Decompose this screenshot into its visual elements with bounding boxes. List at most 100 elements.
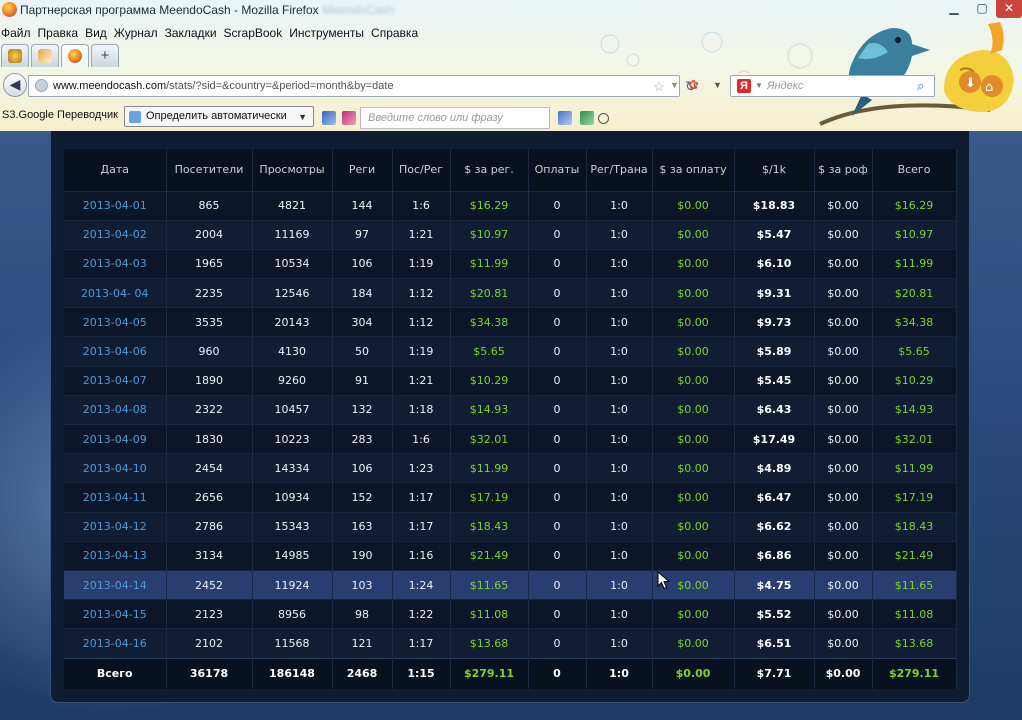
col-per-reg-header[interactable]: $ за рег.	[450, 149, 529, 191]
cell-payments: 0	[528, 540, 587, 571]
cell-per-rof: $0.00	[814, 278, 873, 308]
cell-visitors: 3535	[166, 307, 253, 337]
totals-row: Всего 36178 186148 2468 1:15 $279.11 0 1…	[64, 657, 957, 689]
menu-help[interactable]: Справка	[369, 24, 423, 42]
tab-meendocash[interactable]	[61, 44, 89, 67]
cell-per-rof: $0.00	[814, 540, 873, 571]
cell-per-payment: $0.00	[652, 628, 735, 658]
totals-visit-reg: 1:15	[392, 657, 451, 689]
site-identity-icon[interactable]	[35, 79, 48, 92]
col-regs-header[interactable]: Реги	[332, 149, 393, 191]
cell-total: $11.65	[872, 569, 957, 600]
menu-scrapbook[interactable]: ScrapBook	[222, 24, 288, 42]
totals-per-reg: $279.11	[450, 657, 529, 689]
date-link[interactable]: 2013-04-05	[64, 307, 167, 337]
dictionary-icon[interactable]	[342, 111, 356, 125]
cell-reg-trans: 1:0	[586, 278, 653, 308]
menu-edit[interactable]: Правка	[36, 24, 84, 42]
cell-total: $20.81	[872, 278, 957, 308]
cell-per-rof: $0.00	[814, 511, 873, 542]
translate-icon[interactable]	[322, 111, 336, 125]
menu-bookmarks[interactable]: Закладки	[163, 24, 222, 42]
cell-total: $10.29	[872, 365, 957, 396]
search-input[interactable]: Я ▼ Яндекс ⌕	[730, 75, 935, 97]
col-per-rof-header[interactable]: $ за роф	[814, 149, 873, 191]
col-reg-trans-header[interactable]: Рег/Трана	[586, 149, 653, 191]
address-text[interactable]: www.meendocash.com/stats/?sid=&country=&…	[53, 80, 394, 92]
address-bar[interactable]: www.meendocash.com/stats/?sid=&country=&…	[28, 75, 697, 97]
cell-views: 9260	[252, 365, 333, 396]
cell-per-rof: $0.00	[814, 628, 873, 658]
col-payments-header[interactable]: Оплаты	[528, 149, 587, 191]
col-date-header[interactable]: Дата	[64, 149, 167, 191]
maximize-button[interactable]: ▢	[968, 0, 996, 18]
home-icon[interactable]: ✿	[688, 78, 702, 92]
cell-regs: 121	[332, 628, 393, 658]
date-link[interactable]: 2013-04-12	[64, 511, 167, 542]
date-link[interactable]: 2013-04-03	[64, 248, 167, 279]
nav-menu-arrow-icon[interactable]: ▼	[713, 80, 722, 90]
totals-per-payment: $0.00	[652, 657, 735, 689]
date-link[interactable]: 2013-04- 04	[64, 278, 167, 308]
col-visit-reg-header[interactable]: Пос/Рег	[392, 149, 451, 191]
search-icon[interactable]: ⌕	[917, 78, 924, 94]
col-per-1k-header[interactable]: $/1k	[734, 149, 815, 191]
date-link[interactable]: 2013-04-14	[64, 569, 167, 600]
menu-file[interactable]: Файл	[0, 24, 36, 42]
speak-icon[interactable]	[580, 111, 594, 125]
col-per-payment-header[interactable]: $ за оплату	[652, 149, 735, 191]
cell-views: 10223	[252, 423, 333, 454]
col-total-header[interactable]: Всего	[872, 149, 957, 191]
menu-view[interactable]: Вид	[83, 24, 112, 42]
col-visitors-header[interactable]: Посетители	[166, 149, 253, 191]
date-link[interactable]: 2013-04-16	[64, 628, 167, 658]
menu-history[interactable]: Журнал	[112, 24, 163, 42]
cell-per-1k: $18.83	[734, 190, 815, 221]
totals-per-1k: $7.71	[734, 657, 815, 689]
cell-per-rof: $0.00	[814, 219, 873, 250]
date-link[interactable]: 2013-04-13	[64, 540, 167, 571]
table-row: 2013-04- 04 2235 12546 184 1:12 $20.81 0 1:0 $0.…	[64, 278, 957, 308]
translate-page-icon[interactable]	[558, 111, 572, 125]
minimize-button[interactable]: ▁	[940, 0, 968, 18]
yandex-icon[interactable]: Я	[737, 79, 751, 93]
cell-views: 11924	[252, 569, 333, 600]
cell-per-payment: $0.00	[652, 190, 735, 221]
cell-per-reg: $18.43	[450, 511, 529, 542]
cell-regs: 50	[332, 336, 393, 367]
chevron-down-icon[interactable]: ▼	[298, 112, 307, 122]
history-dropdown-icon[interactable]: ▼	[670, 80, 679, 90]
menu-tools[interactable]: Инструменты	[287, 24, 369, 42]
new-tab-button[interactable]: +	[91, 44, 119, 67]
cell-reg-trans: 1:0	[586, 365, 653, 396]
cell-visitors: 2454	[166, 453, 253, 483]
date-link[interactable]: 2013-04-10	[64, 453, 167, 483]
date-link[interactable]: 2013-04-11	[64, 482, 167, 513]
date-link[interactable]: 2013-04-09	[64, 423, 167, 454]
date-link[interactable]: 2013-04-08	[64, 394, 167, 425]
cell-per-payment: $0.00	[652, 336, 735, 367]
cell-per-1k: $6.62	[734, 511, 815, 542]
date-link[interactable]: 2013-04-06	[64, 336, 167, 367]
bookmark-star-icon[interactable]: ☆	[653, 79, 665, 95]
tab-pinned-2[interactable]	[31, 44, 59, 67]
totals-reg-trans: 1:0	[586, 657, 653, 689]
date-link[interactable]: 2013-04-15	[64, 599, 167, 629]
back-button[interactable]: ◀	[3, 73, 27, 97]
cell-per-rof: $0.00	[814, 248, 873, 279]
cell-regs: 190	[332, 540, 393, 571]
date-link[interactable]: 2013-04-01	[64, 190, 167, 221]
phrase-input[interactable]: Введите слово или фразу	[360, 107, 550, 129]
tab-pinned-1[interactable]	[1, 44, 29, 67]
cell-regs: 106	[332, 248, 393, 279]
settings-icon[interactable]	[598, 113, 609, 124]
table-row: 2013-04-16 2102 11568 121 1:17 $13.68 0 1:0 $0.0…	[64, 628, 957, 658]
language-select[interactable]: Определить автоматически ▼	[124, 106, 314, 127]
close-button[interactable]: ✕	[996, 0, 1022, 18]
search-engine-dropdown-icon[interactable]: ▼	[755, 81, 763, 90]
col-views-header[interactable]: Просмотры	[252, 149, 333, 191]
date-link[interactable]: 2013-04-02	[64, 219, 167, 250]
date-link[interactable]: 2013-04-07	[64, 365, 167, 396]
cell-visit-reg: 1:17	[392, 482, 451, 513]
cell-per-reg: $13.68	[450, 628, 529, 658]
